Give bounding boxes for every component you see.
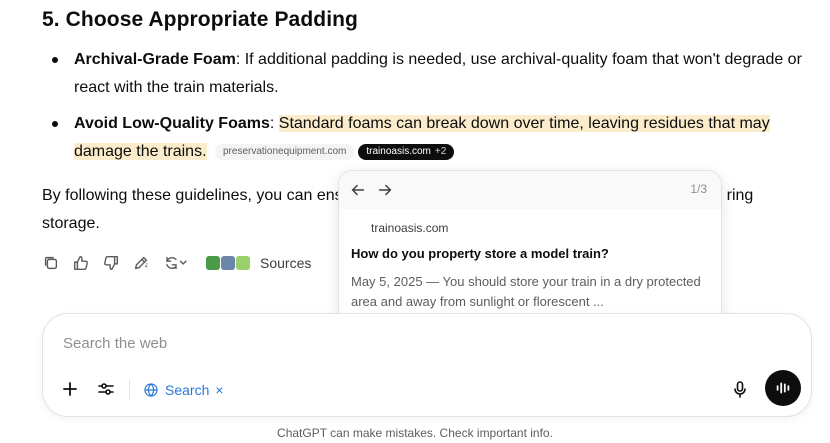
- source-favicon-icon: [206, 256, 220, 270]
- section-title: 5. Choose Appropriate Padding: [42, 8, 358, 31]
- conclusion-text-end: ring: [726, 187, 754, 204]
- voice-mode-button[interactable]: [765, 370, 801, 406]
- thumbs-down-icon[interactable]: [102, 254, 120, 272]
- citation-extra-count: +2: [434, 146, 447, 157]
- remove-search-mode-icon[interactable]: ×: [215, 382, 223, 398]
- conclusion-text-last: storage.: [42, 215, 100, 232]
- tools-icon[interactable]: [95, 378, 117, 400]
- bullet-dot: [52, 121, 58, 127]
- thumbs-up-icon[interactable]: [72, 254, 90, 272]
- popover-title[interactable]: How do you property store a model train?: [351, 246, 609, 261]
- copy-icon[interactable]: [42, 254, 60, 272]
- sources-label: Sources: [260, 255, 312, 271]
- composer: Search ×: [42, 313, 812, 417]
- source-favicon-icon: [236, 256, 250, 270]
- divider: [129, 380, 130, 400]
- search-mode-label: Search: [165, 382, 210, 398]
- citation-popover: 1/3 trainoasis.com How do you property s…: [338, 170, 722, 324]
- conclusion-text-start: By following these guidelines, you can e…: [42, 187, 343, 204]
- search-mode-pill[interactable]: Search ×: [143, 379, 224, 401]
- popover-snippet: May 5, 2025 — You should store your trai…: [351, 274, 701, 309]
- citation-label: trainoasis.com: [366, 146, 431, 157]
- citation-trainoasis[interactable]: trainoasis.com +2: [358, 144, 455, 160]
- popover-header: [339, 171, 721, 209]
- globe-icon: [144, 383, 158, 397]
- message-actions: Sources: [42, 252, 311, 274]
- bullet-archival-foam: Archival-Grade Foam: If additional paddi…: [74, 46, 809, 102]
- bullet-colon: :: [269, 115, 279, 132]
- waveform-icon: [776, 382, 790, 394]
- disclaimer: ChatGPT can make mistakes. Check importa…: [277, 426, 553, 440]
- arrow-right-icon[interactable]: [376, 181, 394, 199]
- plus-icon[interactable]: [59, 378, 81, 400]
- bullet-dot: [52, 57, 58, 63]
- sources-button[interactable]: Sources: [206, 255, 311, 271]
- bullet-label: Avoid Low-Quality Foams: [74, 115, 270, 132]
- citation-preservationequipment[interactable]: preservationequipment.com: [214, 144, 355, 160]
- popover-site[interactable]: trainoasis.com: [371, 221, 448, 235]
- edit-icon[interactable]: [132, 254, 150, 272]
- bullet-label: Archival-Grade Foam: [74, 51, 236, 68]
- source-favicon-icon: [221, 256, 235, 270]
- popover-count: 1/3: [690, 182, 707, 196]
- arrow-left-icon[interactable]: [349, 181, 367, 199]
- site-favicon-icon: [351, 222, 363, 234]
- bullet-avoid-low-quality: Avoid Low-Quality Foams: Standard foams …: [74, 110, 809, 166]
- regenerate-icon[interactable]: [162, 254, 190, 272]
- search-input[interactable]: [63, 332, 763, 354]
- microphone-icon[interactable]: [729, 378, 751, 400]
